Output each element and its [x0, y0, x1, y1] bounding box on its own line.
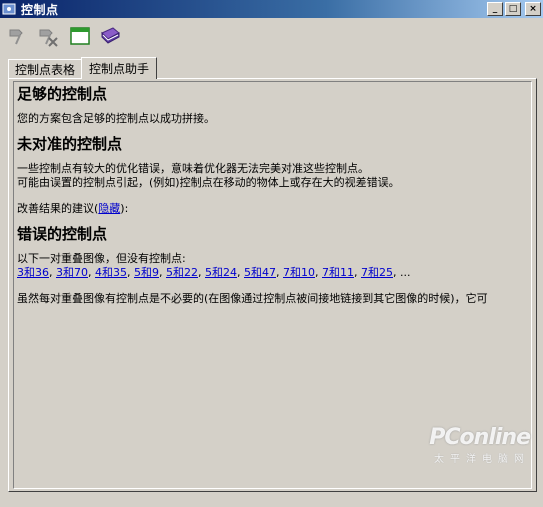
image-pair-link[interactable]: 5和22	[166, 266, 198, 279]
image-pair-link[interactable]: 5和9	[134, 266, 159, 279]
watermark: PConline 太平洋电脑网	[429, 425, 531, 465]
window-icon[interactable]	[68, 24, 92, 48]
tab-control-point-table[interactable]: 控制点表格	[8, 59, 82, 78]
app-icon	[2, 2, 16, 16]
maximize-button[interactable]: □	[505, 2, 521, 16]
heading-error-points: 错误的控制点	[17, 225, 108, 243]
heading-misaligned-points: 未对准的控制点	[17, 135, 123, 153]
image-pair-link[interactable]: 7和10	[283, 266, 315, 279]
image-pair-link[interactable]: 3和36	[17, 266, 49, 279]
suggestions-line: 改善结果的建议(隐藏):	[17, 202, 531, 216]
book-icon[interactable]	[98, 24, 122, 48]
enough-points-text: 您的方案包含足够的控制点以成功拼接。	[17, 112, 215, 125]
suggestions-prefix: 改善结果的建议(	[17, 202, 99, 215]
image-pair-link[interactable]: 5和47	[244, 266, 276, 279]
toolbar	[0, 20, 543, 52]
image-pair-link[interactable]: 3和70	[56, 266, 88, 279]
misaligned-text-2: 可能由误置的控制点引起，(例如)控制点在移动的物体上或存在大的视差错误。	[17, 176, 400, 189]
watermark-subtitle: 太平洋电脑网	[434, 454, 530, 465]
pin-icon[interactable]	[6, 24, 30, 48]
tab-control-point-assistant[interactable]: 控制点助手	[81, 57, 157, 79]
error-intro: 以下一对重叠图像，但没有控制点:	[17, 252, 186, 265]
image-pair-link[interactable]: 4和35	[95, 266, 127, 279]
hide-suggestions-link[interactable]: 隐藏	[98, 202, 120, 215]
pin-remove-icon[interactable]	[36, 24, 60, 48]
image-pair-link[interactable]: 5和24	[205, 266, 237, 279]
title-bar[interactable]: 控制点 _ □ ×	[0, 0, 543, 18]
suggestions-suffix: ):	[120, 202, 129, 215]
minimize-button[interactable]: _	[487, 2, 503, 16]
misaligned-text-1: 一些控制点有较大的优化错误，意味着优化器无法完美对准这些控制点。	[17, 162, 369, 175]
image-pair-link[interactable]: 7和11	[322, 266, 354, 279]
window-title: 控制点	[21, 2, 59, 17]
image-pair-link[interactable]: 7和25	[361, 266, 393, 279]
close-button[interactable]: ×	[525, 2, 541, 16]
error-note: 虽然每对重叠图像有控制点是不必要的(在图像通过控制点被间接地链接到其它图像的时候…	[17, 292, 488, 305]
more-pairs-ellipsis: ...	[400, 266, 411, 279]
heading-enough-points: 足够的控制点	[17, 85, 108, 103]
tab-panel: 足够的控制点 您的方案包含足够的控制点以成功拼接。 未对准的控制点 一些控制点有…	[8, 78, 537, 492]
watermark-brand: PConline	[429, 425, 531, 450]
image-pair-list: 3和36, 3和70, 4和35, 5和9, 5和22, 5和24, 5和47,…	[17, 266, 411, 279]
